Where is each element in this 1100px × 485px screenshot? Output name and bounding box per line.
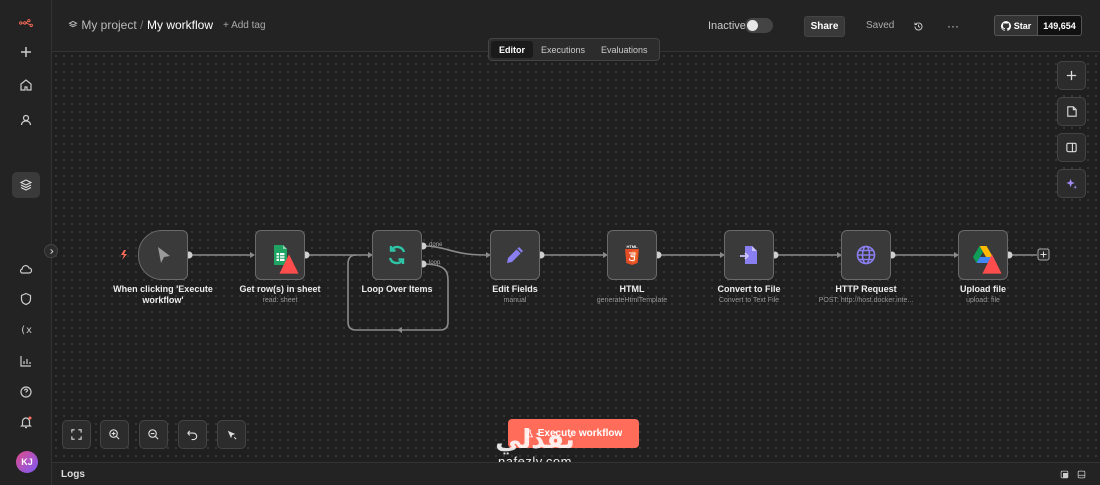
insights-chart-icon[interactable] <box>12 348 40 374</box>
saved-status: Saved <box>866 20 895 31</box>
undo-icon[interactable] <box>178 420 207 449</box>
view-tabs: Editor Executions Evaluations <box>488 38 660 61</box>
trigger-bolt-icon <box>121 250 127 260</box>
port-label-loop: loop <box>429 260 441 266</box>
workflow-name[interactable]: My workflow <box>147 18 213 32</box>
svg-text:HTML: HTML <box>626 244 638 249</box>
globe-icon <box>856 245 876 265</box>
home-icon[interactable] <box>12 72 40 98</box>
file-convert-icon <box>740 246 757 264</box>
shield-icon[interactable] <box>12 286 40 312</box>
svg-text:(x): (x) <box>20 325 33 336</box>
ai-assistant-sparkle-icon[interactable] <box>1057 169 1086 198</box>
warning-icon[interactable] <box>277 252 301 276</box>
add-node-plus-icon[interactable] <box>1037 248 1050 261</box>
left-sidebar: (x) KJ <box>0 0 52 485</box>
layers-icon <box>68 20 78 28</box>
variables-icon[interactable]: (x) <box>12 316 40 342</box>
port-label-done: done <box>429 242 443 248</box>
node-title: Convert to File <box>717 284 781 294</box>
node-title: HTML <box>619 284 645 294</box>
zoom-out-icon[interactable] <box>139 420 168 449</box>
pointer-icon <box>158 247 170 263</box>
node-subtitle: read: sheet <box>262 297 298 304</box>
activate-toggle[interactable] <box>745 18 773 33</box>
github-icon <box>1000 20 1011 31</box>
connections-layer <box>121 242 1050 333</box>
workflow-status-label: Inactive <box>708 20 746 32</box>
pop-out-icon[interactable] <box>1060 470 1069 479</box>
node-subtitle: upload: file <box>966 297 1000 304</box>
tab-editor[interactable]: Editor <box>491 41 533 58</box>
node-google-sheets[interactable] <box>255 230 305 280</box>
html5-icon: HTML <box>625 244 639 265</box>
arrow-head <box>397 327 402 333</box>
user-icon[interactable] <box>12 107 40 133</box>
node-title: Get row(s) in sheet <box>239 284 321 294</box>
workflow-canvas[interactable]: When clicking 'Execute workflow' Get row… <box>52 52 1100 462</box>
help-icon[interactable] <box>12 379 40 405</box>
loop-icon <box>388 245 406 265</box>
n8n-logo-icon[interactable] <box>12 10 40 36</box>
node-google-drive-upload[interactable] <box>958 230 1008 280</box>
sidebar-collapse-chevron-icon[interactable] <box>44 244 58 258</box>
node-title: HTTP Request <box>835 284 897 294</box>
logs-label: Logs <box>61 469 85 480</box>
node-html[interactable]: HTML <box>607 230 657 280</box>
node-manual-trigger[interactable] <box>138 230 188 280</box>
node-http-request[interactable] <box>841 230 891 280</box>
zoom-in-icon[interactable] <box>100 420 129 449</box>
project-name: My project <box>81 18 137 32</box>
node-edit-fields[interactable] <box>490 230 540 280</box>
tidy-up-cursor-icon[interactable] <box>217 420 246 449</box>
github-star-count[interactable]: 149,654 <box>1038 15 1082 36</box>
node-subtitle: POST: http://host.docker.inte... <box>818 297 914 304</box>
share-button[interactable]: Share <box>804 16 845 37</box>
avatar[interactable]: KJ <box>16 451 38 473</box>
node-subtitle: manual <box>503 297 527 304</box>
fit-view-icon[interactable] <box>62 420 91 449</box>
node-convert-to-file[interactable] <box>724 230 774 280</box>
projects-layers-icon[interactable] <box>12 172 40 198</box>
add-tag-button[interactable]: + Add tag <box>223 20 266 31</box>
side-panel-icon[interactable] <box>1057 133 1086 162</box>
github-star-button[interactable]: Star <box>994 15 1038 36</box>
node-title: Upload file <box>959 284 1006 294</box>
warning-icon[interactable] <box>980 252 1004 276</box>
watermark-brand: نفذلي <box>495 425 575 455</box>
history-icon[interactable] <box>910 18 926 34</box>
more-options-icon[interactable]: ··· <box>945 18 961 34</box>
add-icon[interactable] <box>12 39 40 65</box>
pencil-icon <box>507 247 523 263</box>
github-star-label: Star <box>1013 20 1032 31</box>
add-node-icon[interactable] <box>1057 61 1086 90</box>
logs-panel-bar[interactable]: Logs <box>52 462 1100 485</box>
node-subtitle: generateHtmlTemplate <box>596 297 668 304</box>
node-title: When clicking 'Execute workflow' <box>113 284 213 305</box>
node-title: Loop Over Items <box>361 284 433 294</box>
expand-panel-icon[interactable] <box>1077 470 1086 479</box>
node-loop-over-items[interactable] <box>372 230 422 280</box>
node-subtitle: Convert to Text File <box>718 297 780 304</box>
breadcrumb-project[interactable]: My project <box>68 18 137 32</box>
sticky-note-icon[interactable] <box>1057 97 1086 126</box>
cloud-icon[interactable] <box>12 256 40 282</box>
node-title: Edit Fields <box>492 284 538 294</box>
breadcrumb-separator: / <box>140 18 144 32</box>
notification-bell-icon[interactable] <box>12 409 40 435</box>
tab-executions[interactable]: Executions <box>533 41 593 58</box>
tab-evaluations[interactable]: Evaluations <box>593 41 656 58</box>
